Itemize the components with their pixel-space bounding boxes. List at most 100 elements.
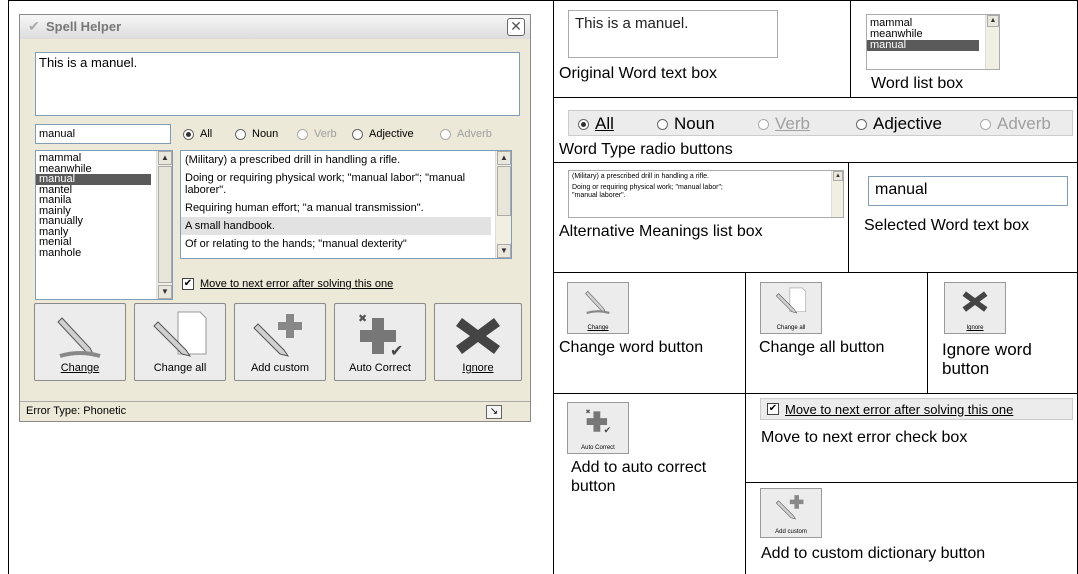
scroll-thumb[interactable]: [497, 166, 511, 216]
add-custom-button[interactable]: Add custom: [234, 303, 326, 381]
scroll-down-icon[interactable]: ▼: [158, 285, 172, 299]
radio-dot-icon: [440, 128, 451, 140]
radio-noun[interactable]: Noun: [235, 128, 278, 140]
scroll-up-icon: ▲: [833, 171, 843, 181]
radio-dot-icon: [657, 118, 668, 130]
radio-dot-icon: [352, 128, 363, 140]
radio-sample-adjective: Adjective: [856, 114, 942, 134]
alternative-meanings-list-box[interactable]: (Military) a prescribed drill in handlin…: [180, 150, 512, 259]
change-button-sample: Change: [567, 282, 629, 334]
pencil-page-icon: [153, 311, 207, 357]
table-border: [8, 0, 9, 574]
meaning-item[interactable]: Requiring human effort; "a manual transm…: [181, 199, 491, 217]
meaning-item[interactable]: A small handbook.: [181, 217, 491, 235]
change-all-button[interactable]: Change all: [134, 303, 226, 381]
checkbox-check-icon[interactable]: ✔: [182, 278, 194, 290]
meanings-sample: (Military) a prescribed drill in handlin…: [568, 170, 844, 218]
meaning-sample-item: Doing or requiring physical work; "manua…: [572, 184, 723, 191]
table-border: [848, 162, 849, 272]
scroll-thumb[interactable]: [158, 166, 172, 283]
meaning-item[interactable]: Of or relating to the hands; "manual dex…: [181, 235, 491, 253]
meaning-sample-item: "manual laborer".: [572, 192, 626, 199]
svg-text:✖: ✖: [358, 313, 367, 325]
word-list-box[interactable]: mammal meanwhile manual mantel manila mainly m…: [35, 150, 173, 300]
radio-dot-icon: [578, 118, 589, 130]
check-icon: ✔: [28, 18, 40, 34]
auto-correct-caption: Add to auto correct button: [571, 459, 707, 495]
plus-check-icon: ✖✔: [358, 313, 403, 360]
scroll-up-icon[interactable]: ▲: [158, 151, 172, 165]
svg-text:✔: ✔: [604, 425, 612, 435]
change-all-button-sample: Change all: [760, 282, 822, 334]
resize-icon[interactable]: ↘: [486, 405, 502, 419]
radio-sample-all: All: [578, 114, 614, 134]
scroll-up-icon: ▲: [987, 15, 999, 27]
selected-word-caption: Selected Word text box: [864, 217, 1030, 234]
pencil-icon: [57, 317, 101, 358]
pencil-plus-icon: [775, 495, 804, 520]
table-border: [553, 272, 1078, 273]
table-border: [8, 0, 1078, 1]
table-border: [553, 0, 554, 574]
sample-scrollbar: ▲: [831, 171, 843, 217]
spell-helper-window: ✔ Spell Helper ✕ This is a manuel. manua…: [19, 14, 531, 422]
word-list-item[interactable]: manually: [36, 216, 172, 227]
meanings-scrollbar[interactable]: ▲ ▼: [495, 151, 511, 258]
word-list-scrollbar[interactable]: ▲ ▼: [156, 151, 172, 299]
word-list-item[interactable]: manila: [36, 195, 172, 206]
meanings-caption: Alternative Meanings list box: [559, 223, 763, 240]
ignore-button-sample: Ignore: [944, 282, 1006, 334]
radio-sample-noun: Noun: [657, 114, 715, 134]
status-text: Error Type: Phonetic: [26, 405, 127, 417]
status-bar: Error Type: Phonetic ↘: [20, 401, 530, 421]
move-next-sample: ✔ Move to next error after solving this …: [760, 398, 1073, 420]
table-border: [850, 0, 851, 97]
radio-dot-icon: [856, 118, 867, 130]
move-next-caption: Move to next error check box: [761, 429, 968, 446]
table-border: [927, 272, 928, 393]
meaning-item[interactable]: Doing or requiring physical work; "manua…: [181, 169, 491, 199]
word-list-sample-item: manual: [867, 40, 979, 51]
radio-dot-icon: [980, 118, 991, 130]
window-title: Spell Helper: [46, 19, 122, 34]
word-list-item[interactable]: mammal: [36, 153, 172, 164]
change-button[interactable]: Change: [34, 303, 126, 381]
original-word-text-box[interactable]: This is a manuel.: [35, 52, 520, 116]
radio-sample-adverb: Adverb: [980, 114, 1051, 134]
auto-correct-button[interactable]: ✖ ✔ Auto Correct: [334, 303, 426, 381]
meaning-item[interactable]: (Military) a prescribed drill in handlin…: [181, 151, 491, 169]
scroll-up-icon[interactable]: ▲: [497, 151, 511, 165]
table-border: [745, 272, 746, 574]
close-button[interactable]: ✕: [507, 18, 525, 36]
pencil-page-icon: [775, 287, 807, 314]
word-list-item[interactable]: manual: [36, 174, 151, 185]
ignore-button[interactable]: Ignore: [434, 303, 522, 381]
svg-text:✔: ✔: [390, 343, 403, 360]
radio-adjective[interactable]: Adjective: [352, 128, 414, 140]
radio-verb: Verb: [297, 128, 337, 140]
radio-dot-icon: [235, 128, 246, 140]
radio-adverb: Adverb: [440, 128, 492, 140]
table-border: [553, 97, 1078, 98]
change-caption: Change word button: [559, 339, 704, 356]
original-word-sample: This is a manuel.: [568, 10, 778, 58]
radio-all[interactable]: All: [183, 128, 212, 140]
table-border: [553, 162, 1078, 163]
radio-sample-verb: Verb: [758, 114, 810, 134]
selected-word-text-box[interactable]: manual: [35, 124, 171, 144]
word-list-item[interactable]: manhole: [36, 247, 172, 259]
change-all-caption: Change all button: [759, 339, 885, 356]
scroll-down-icon[interactable]: ▼: [497, 244, 511, 258]
word-list-caption: Word list box: [871, 75, 964, 92]
svg-text:✖: ✖: [586, 409, 591, 416]
move-next-checkbox[interactable]: ✔ Move to next error after solving this …: [182, 278, 393, 290]
original-word-caption: Original Word text box: [559, 65, 717, 82]
radio-caption: Word Type radio buttons: [559, 141, 733, 158]
auto-correct-button-sample: ✖ ✔ Auto Correct: [567, 402, 629, 454]
table-border: [553, 393, 1078, 394]
word-list-sample: mammal meanwhile manual ▲: [866, 14, 1000, 70]
add-custom-caption: Add to custom dictionary button: [761, 545, 986, 562]
word-list-item[interactable]: menial: [36, 237, 172, 248]
table-border: [745, 482, 1078, 483]
sample-scrollbar: ▲: [985, 15, 999, 69]
